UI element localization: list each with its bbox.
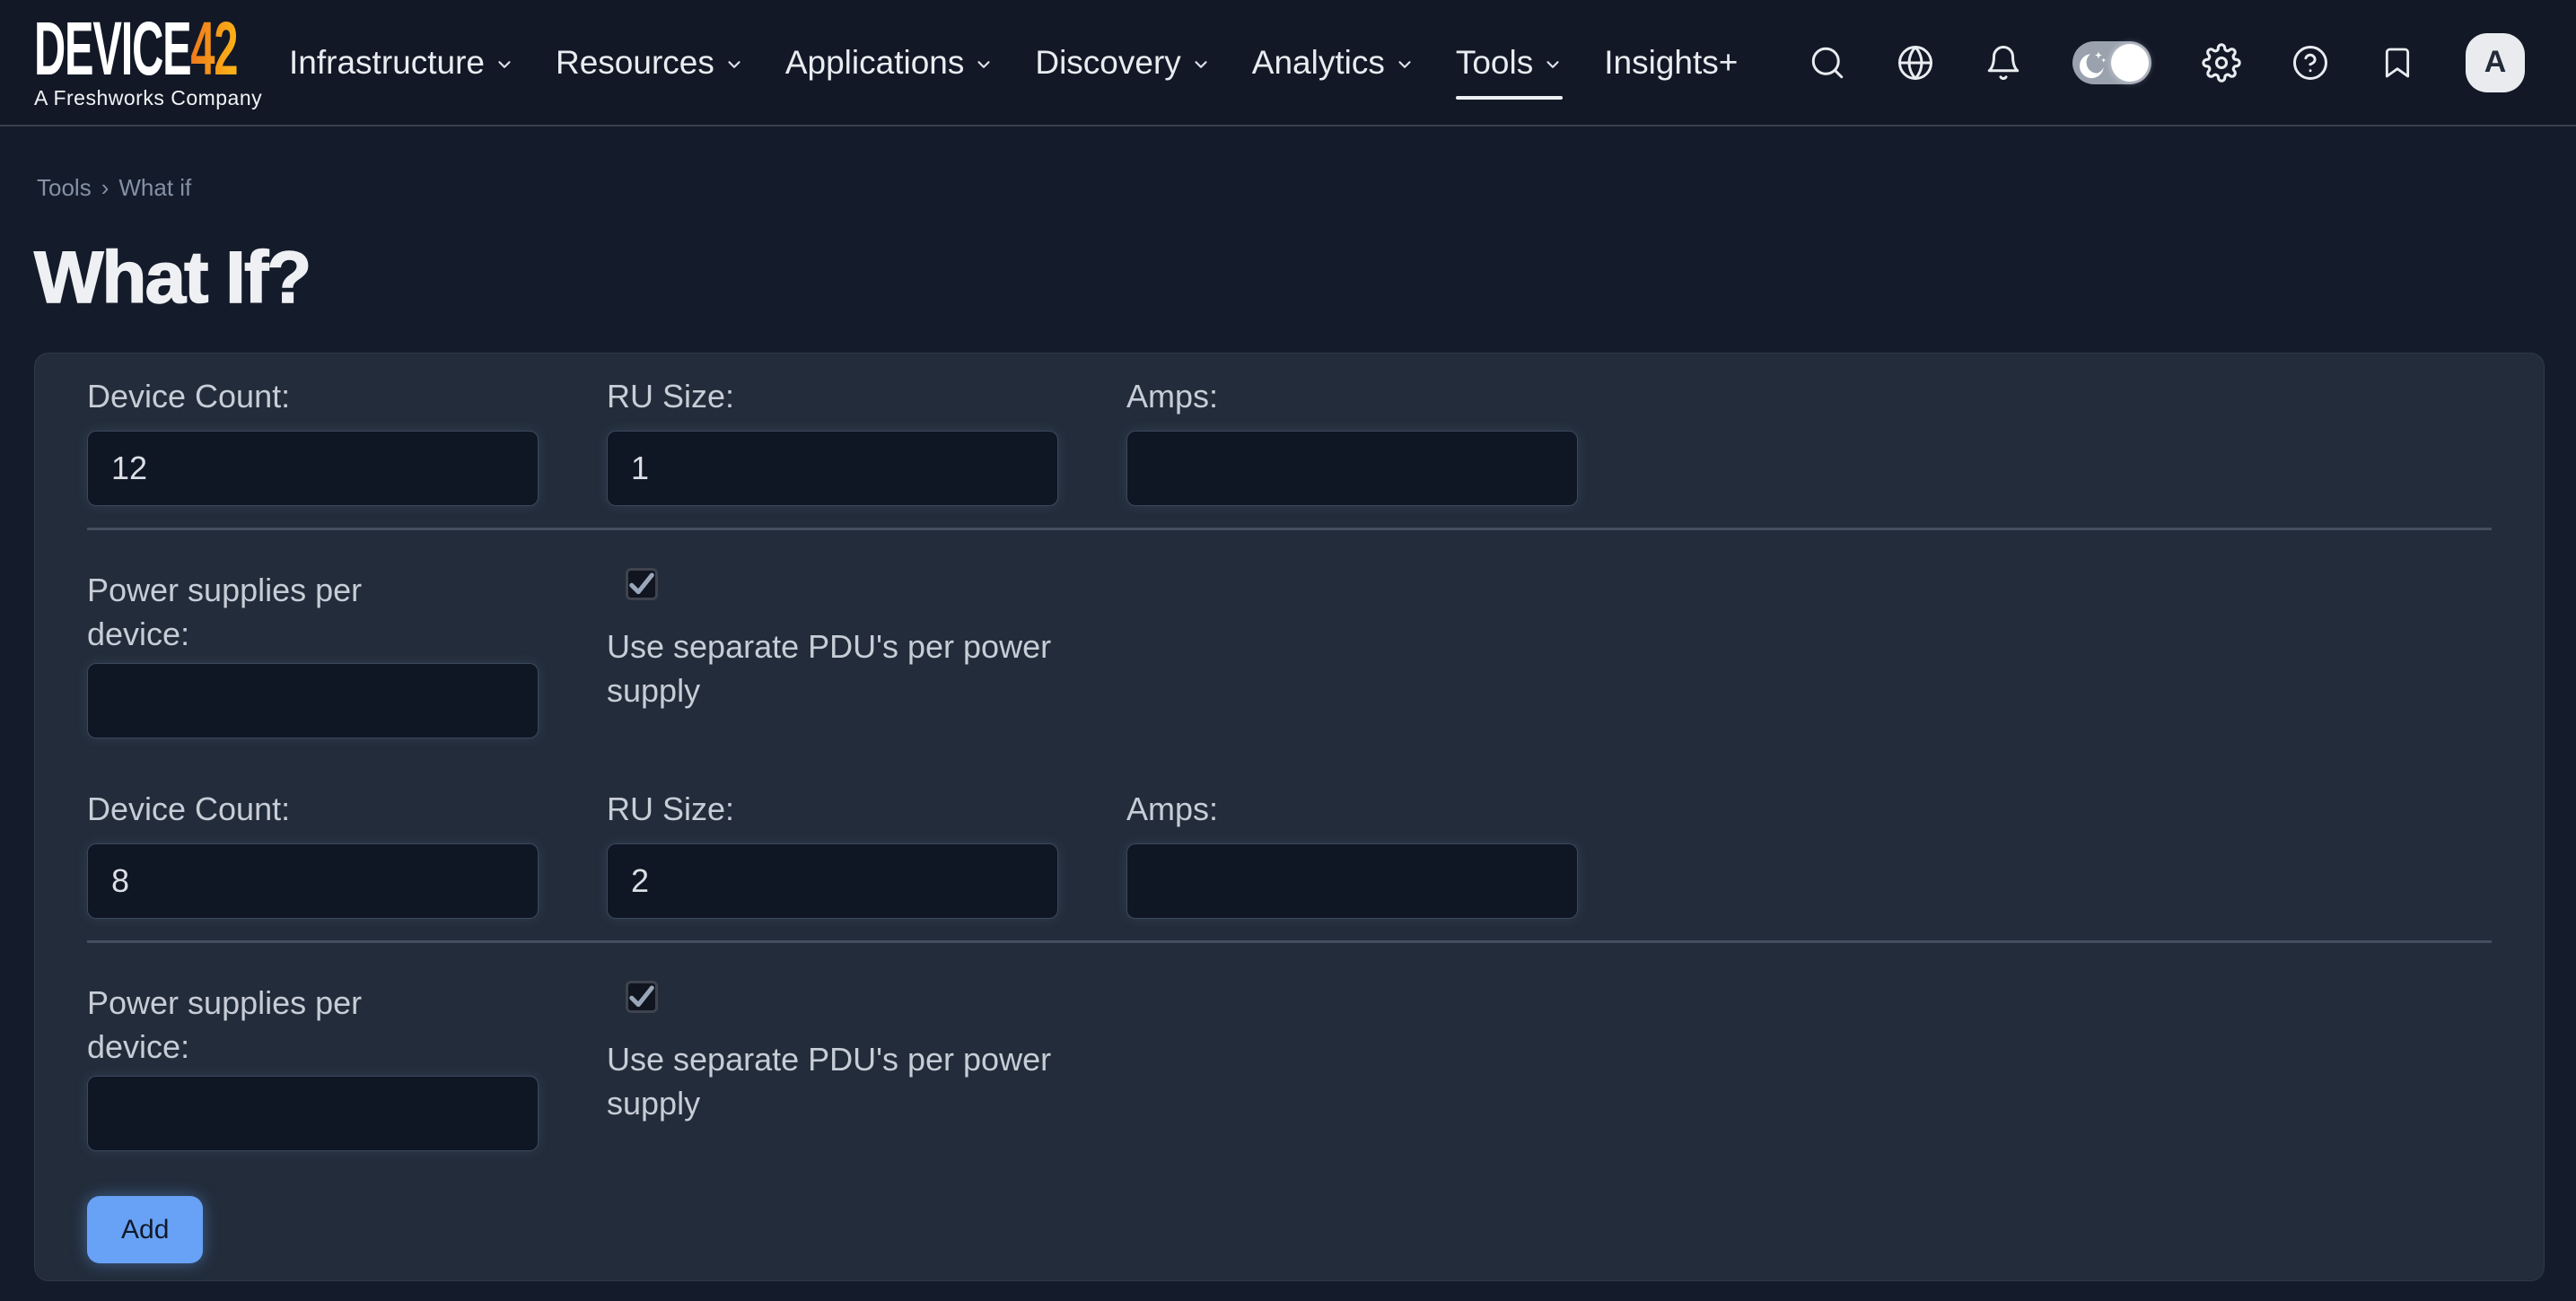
ru-size-label: RU Size: [607,377,1058,416]
entry-2-power-row: Power supplies per device: Use separate … [87,981,2492,1151]
avatar[interactable]: A [2466,33,2525,92]
device42-logo[interactable]: DEVICE42 A Freshworks Company [34,14,251,110]
entry-1-counts-row: Device Count: RU Size: Amps: [87,377,2492,506]
divider [87,940,2492,943]
main-nav: Infrastructure Resources Applications Di… [289,44,1738,82]
power-supplies-input-1[interactable] [87,663,539,738]
amps-field-1: Amps: [1126,377,1578,506]
search-icon[interactable] [1809,44,1846,82]
device-count-label: Device Count: [87,377,539,416]
nav-tools-label: Tools [1456,44,1533,82]
breadcrumb: Tools › What if [37,174,2545,202]
help-icon[interactable] [2291,44,2329,82]
entry-2-counts-row: Device Count: RU Size: Amps: [87,790,2492,919]
ru-size-field-1: RU Size: [607,377,1058,506]
device-count-label: Device Count: [87,790,539,829]
nav-analytics-label: Analytics [1252,44,1385,82]
separate-pdu-label: Use separate PDU's per power supply [607,624,1056,712]
device42-logo-accent: 42 [190,6,237,91]
nav-insights-label: Insights+ [1604,44,1738,82]
checkmark-icon [628,983,655,1010]
device-count-input-1[interactable] [87,431,539,506]
power-supplies-label: Power supplies per device: [87,568,419,656]
nav-discovery-label: Discovery [1035,44,1180,82]
chevron-down-icon [1191,55,1211,74]
bookmark-icon[interactable] [2379,45,2415,81]
divider [87,528,2492,530]
ru-size-field-2: RU Size: [607,790,1058,919]
nav-infrastructure[interactable]: Infrastructure [289,44,514,82]
nav-tools[interactable]: Tools [1456,44,1563,82]
separate-pdu-group-2: Use separate PDU's per power supply [607,981,1058,1151]
notifications-bell-icon[interactable] [1985,44,2022,82]
nav-analytics[interactable]: Analytics [1252,44,1415,82]
breadcrumb-tools[interactable]: Tools [37,174,92,202]
dark-mode-toggle[interactable] [2072,41,2151,84]
header-icons: A [1809,33,2525,92]
nav-discovery[interactable]: Discovery [1035,44,1210,82]
chevron-down-icon [495,55,514,74]
breadcrumb-current: What if [118,174,191,202]
nav-resources-label: Resources [556,44,714,82]
separate-pdu-checkbox-2[interactable] [626,981,658,1013]
power-supplies-field-2: Power supplies per device: [87,981,539,1151]
globe-icon[interactable] [1897,44,1934,82]
nav-applications-label: Applications [785,44,965,82]
nav-resources[interactable]: Resources [556,44,744,82]
device-count-field-2: Device Count: [87,790,539,919]
add-button[interactable]: Add [87,1196,203,1263]
ru-size-input-1[interactable] [607,431,1058,506]
amps-input-1[interactable] [1126,431,1578,506]
amps-label: Amps: [1126,377,1578,416]
nav-insights[interactable]: Insights+ [1604,44,1738,82]
chevron-down-icon [1543,55,1563,74]
toggle-knob [2111,44,2149,82]
ru-size-label: RU Size: [607,790,1058,829]
page-title: What If? [34,241,2545,315]
nav-infrastructure-label: Infrastructure [289,44,485,82]
power-supplies-label: Power supplies per device: [87,981,419,1069]
entry-1-power-row: Power supplies per device: Use separate … [87,568,2492,738]
separate-pdu-label: Use separate PDU's per power supply [607,1037,1056,1125]
breadcrumb-separator: › [101,174,110,202]
nav-applications[interactable]: Applications [785,44,994,82]
amps-label: Amps: [1126,790,1578,829]
page-content: Tools › What if What If? Device Count: R… [0,174,2576,1281]
checkmark-icon [628,571,655,598]
separate-pdu-checkbox-1[interactable] [626,568,658,600]
amps-field-2: Amps: [1126,790,1578,919]
device-count-input-2[interactable] [87,843,539,919]
power-supplies-input-2[interactable] [87,1076,539,1151]
ru-size-input-2[interactable] [607,843,1058,919]
settings-gear-icon[interactable] [2202,43,2241,83]
device42-logo-text: DEVICE42 [34,14,160,83]
moon-icon [2079,48,2109,79]
top-nav-bar: DEVICE42 A Freshworks Company Infrastruc… [0,0,2576,127]
device-count-field-1: Device Count: [87,377,539,506]
power-supplies-field-1: Power supplies per device: [87,568,539,738]
chevron-down-icon [974,55,994,74]
chevron-down-icon [724,55,744,74]
what-if-form-card: Device Count: RU Size: Amps: Power suppl… [34,353,2545,1281]
separate-pdu-group-1: Use separate PDU's per power supply [607,568,1058,738]
amps-input-2[interactable] [1126,843,1578,919]
chevron-down-icon [1395,55,1415,74]
